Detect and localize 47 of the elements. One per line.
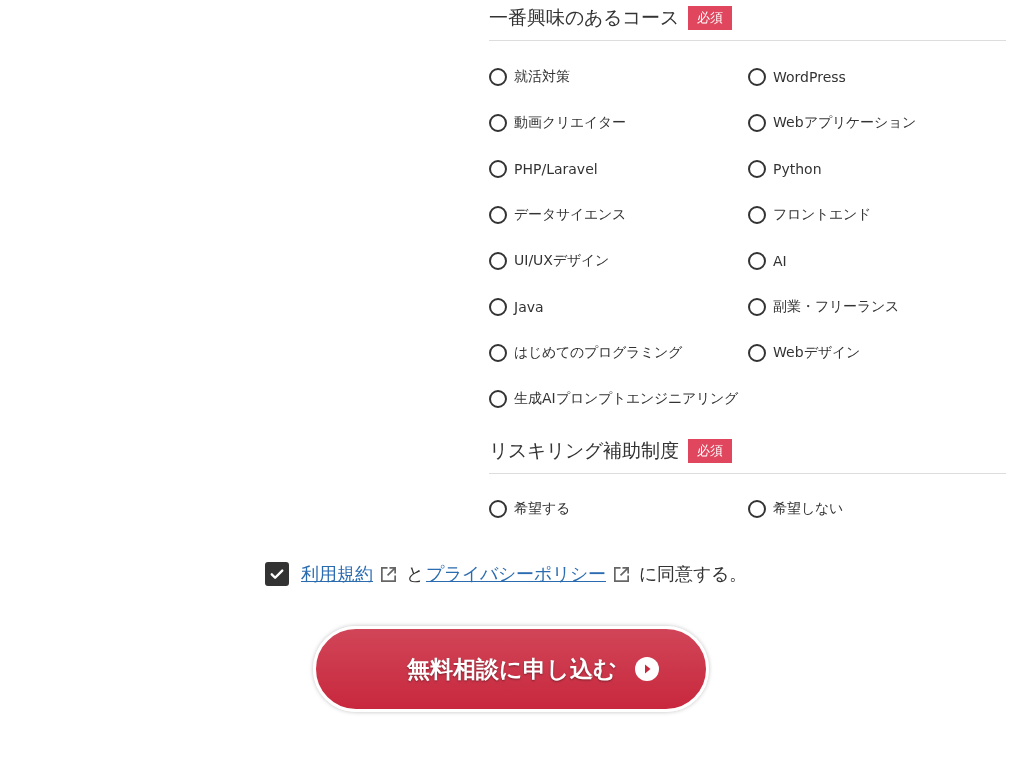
- radio-button[interactable]: [489, 252, 507, 270]
- radio-option[interactable]: Java: [489, 284, 748, 330]
- radio-button[interactable]: [748, 344, 766, 362]
- checkbox[interactable]: [265, 562, 289, 586]
- radio-option[interactable]: 希望する: [489, 486, 748, 532]
- agreement-text: に同意する。: [639, 562, 747, 586]
- radio-option[interactable]: 動画クリエイター: [489, 100, 748, 146]
- radio-option[interactable]: 副業・フリーランス: [748, 284, 1006, 330]
- section-title: リスキリング補助制度: [489, 438, 679, 463]
- radio-button[interactable]: [748, 160, 766, 178]
- radio-button[interactable]: [489, 344, 507, 362]
- radio-button[interactable]: [489, 68, 507, 86]
- radio-button[interactable]: [489, 160, 507, 178]
- required-badge: 必須: [688, 439, 732, 463]
- radio-option[interactable]: 希望しない: [748, 486, 1006, 532]
- required-badge: 必須: [688, 6, 732, 30]
- radio-button[interactable]: [489, 390, 507, 408]
- radio-button[interactable]: [489, 298, 507, 316]
- radio-option[interactable]: 生成AIプロンプトエンジニアリング: [489, 376, 748, 422]
- radio-option[interactable]: Webアプリケーション: [748, 100, 1006, 146]
- external-link-icon: [612, 564, 631, 584]
- radio-button[interactable]: [489, 114, 507, 132]
- section-title: 一番興味のあるコース: [489, 5, 679, 30]
- radio-button[interactable]: [748, 500, 766, 518]
- radio-option[interactable]: Webデザイン: [748, 330, 1006, 376]
- radio-option[interactable]: UI/UXデザイン: [489, 238, 748, 284]
- radio-option[interactable]: WordPress: [748, 54, 1006, 100]
- radio-button[interactable]: [748, 298, 766, 316]
- radio-option[interactable]: フロントエンド: [748, 192, 1006, 238]
- radio-button[interactable]: [489, 500, 507, 518]
- radio-option[interactable]: Python: [748, 146, 1006, 192]
- agreement-text: と: [406, 562, 424, 586]
- radio-button[interactable]: [748, 68, 766, 86]
- play-icon: [635, 657, 659, 681]
- radio-button[interactable]: [748, 252, 766, 270]
- external-link-icon: [379, 564, 398, 584]
- radio-option[interactable]: PHP/Laravel: [489, 146, 748, 192]
- radio-option[interactable]: AI: [748, 238, 1006, 284]
- radio-button[interactable]: [748, 206, 766, 224]
- radio-option[interactable]: はじめてのプログラミング: [489, 330, 748, 376]
- terms-link[interactable]: 利用規約: [301, 562, 373, 586]
- radio-option[interactable]: 就活対策: [489, 54, 748, 100]
- radio-button[interactable]: [489, 206, 507, 224]
- radio-button[interactable]: [748, 114, 766, 132]
- terms-link[interactable]: プライバシーポリシー: [426, 562, 606, 586]
- submit-button[interactable]: 無料相談に申し込む: [313, 626, 709, 712]
- radio-option[interactable]: データサイエンス: [489, 192, 748, 238]
